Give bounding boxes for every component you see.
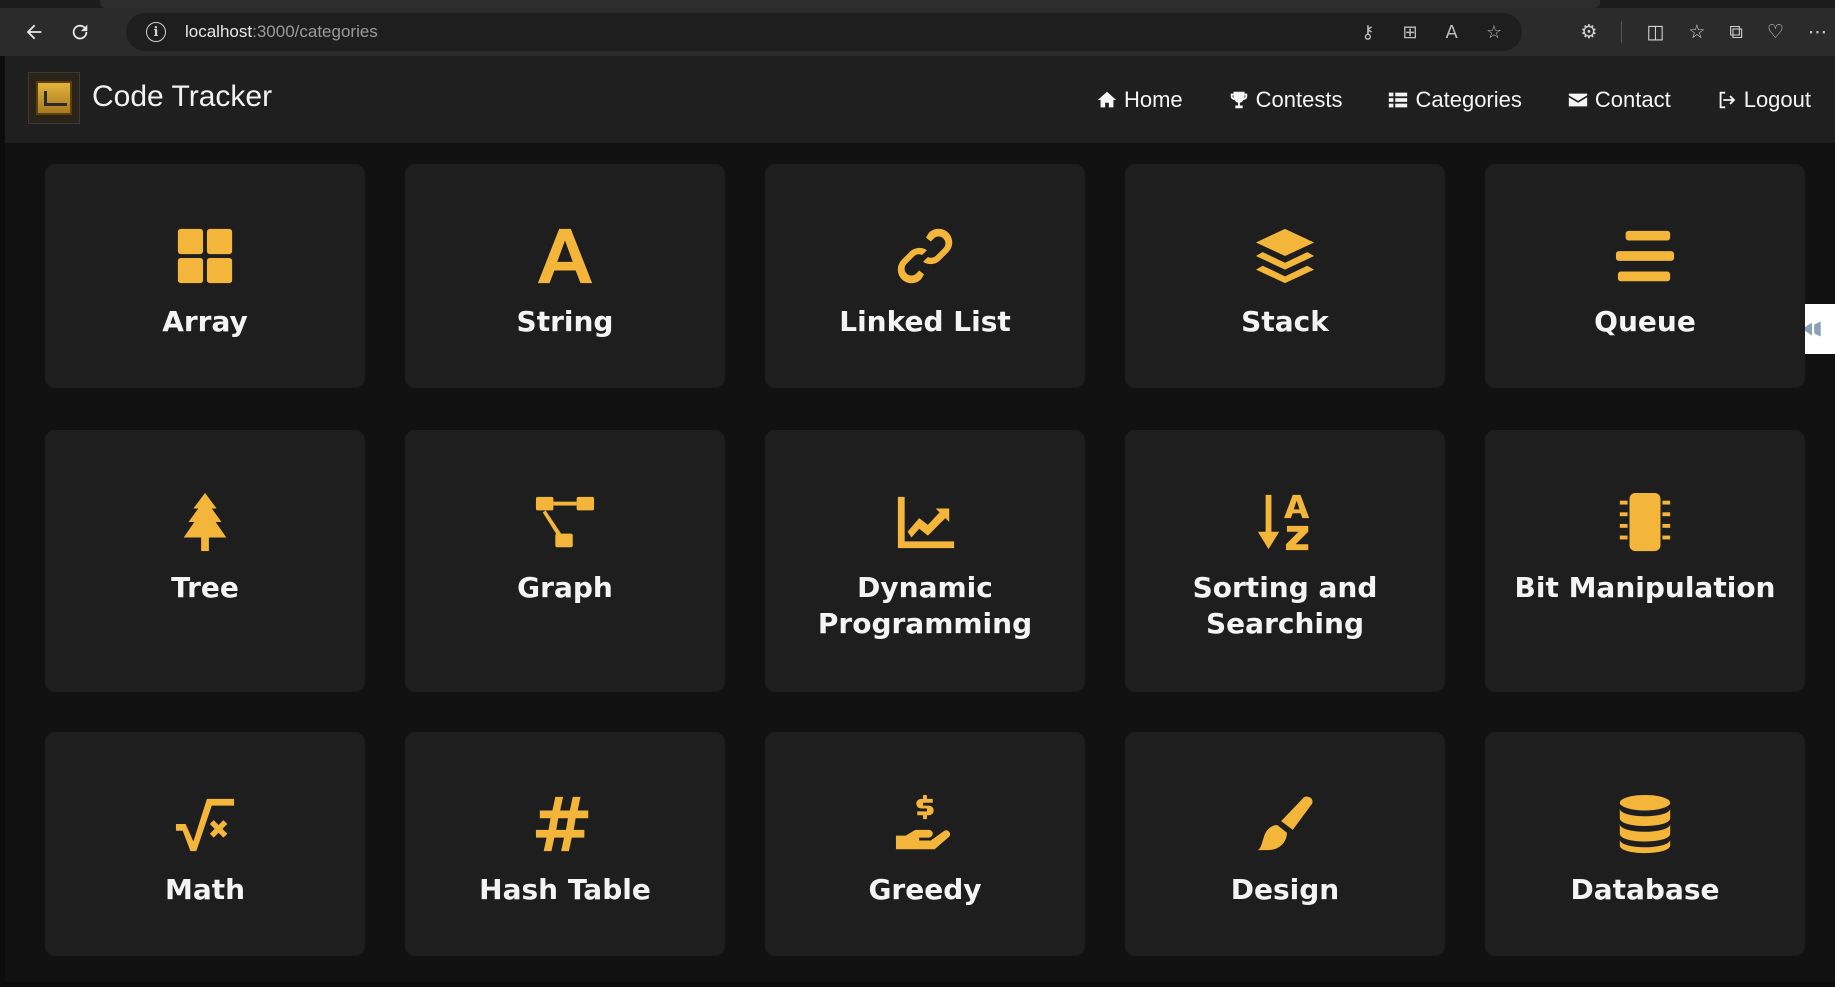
category-card-array[interactable]: Array bbox=[45, 164, 365, 388]
back-icon[interactable] bbox=[16, 14, 52, 50]
list-icon bbox=[1386, 88, 1410, 112]
graph-icon bbox=[533, 490, 597, 554]
category-label: Dynamic Programming bbox=[817, 571, 1033, 640]
category-label: Sorting and Searching bbox=[1192, 571, 1378, 640]
category-card-dynamic-programming[interactable]: Dynamic Programming bbox=[765, 430, 1085, 692]
hand-dollar-icon bbox=[893, 792, 957, 856]
home-icon bbox=[1095, 88, 1119, 112]
paintbrush-icon bbox=[1253, 792, 1317, 856]
category-card-design[interactable]: Design bbox=[1125, 732, 1445, 956]
site-info-icon[interactable]: i bbox=[146, 22, 166, 42]
nav-links: Home Contests Categories Contact Logout bbox=[1095, 56, 1835, 143]
category-label: Tree bbox=[171, 571, 239, 604]
grid-icon bbox=[173, 224, 237, 288]
category-label: Stack bbox=[1241, 305, 1329, 338]
navbar: Code Tracker Home Contests Categories Co… bbox=[5, 56, 1835, 143]
nav-home[interactable]: Home bbox=[1095, 87, 1183, 113]
nav-logout[interactable]: Logout bbox=[1715, 87, 1811, 113]
browser-toolbar: i localhost:3000/categories ⚷ ⊞ A ☆ ⚙ ◫ … bbox=[0, 8, 1835, 56]
active-tab[interactable] bbox=[100, 0, 1600, 8]
brand-title[interactable]: Code Tracker bbox=[92, 80, 272, 114]
category-label: Greedy bbox=[868, 873, 982, 906]
category-label: Math bbox=[164, 873, 246, 906]
split-screen-icon[interactable]: ◫ bbox=[1646, 21, 1664, 43]
category-card-graph[interactable]: Graph bbox=[405, 430, 725, 692]
category-card-linked-list[interactable]: Linked List bbox=[765, 164, 1085, 388]
link-icon bbox=[893, 224, 957, 288]
category-label: Design bbox=[1230, 873, 1340, 906]
category-label: Linked List bbox=[839, 305, 1011, 338]
database-icon bbox=[1613, 792, 1677, 856]
favorite-star-icon[interactable]: ☆ bbox=[1486, 22, 1502, 43]
category-card-math[interactable]: Math bbox=[45, 732, 365, 956]
health-icon[interactable]: ♡ bbox=[1767, 21, 1784, 43]
key-icon[interactable]: ⚷ bbox=[1361, 22, 1374, 43]
category-card-sorting-and-searching[interactable]: Sorting and Searching bbox=[1125, 430, 1445, 692]
category-card-queue[interactable]: Queue bbox=[1485, 164, 1805, 388]
apps-icon[interactable]: ⊞ bbox=[1402, 22, 1417, 43]
category-label: Queue bbox=[1594, 305, 1696, 338]
sort-az-icon bbox=[1253, 490, 1317, 554]
favorites-icon[interactable]: ☆ bbox=[1688, 21, 1705, 43]
category-card-string[interactable]: String bbox=[405, 164, 725, 388]
category-label: Bit Manipulation bbox=[1514, 571, 1776, 604]
category-card-stack[interactable]: Stack bbox=[1125, 164, 1445, 388]
toolbar-divider bbox=[1621, 21, 1623, 43]
logout-icon bbox=[1715, 88, 1739, 112]
category-label: Graph bbox=[517, 571, 613, 604]
category-card-greedy[interactable]: Greedy bbox=[765, 732, 1085, 956]
nav-contact[interactable]: Contact bbox=[1566, 87, 1671, 113]
tree-icon bbox=[173, 490, 237, 554]
category-card-hash-table[interactable]: Hash Table bbox=[405, 732, 725, 956]
address-bar[interactable]: i localhost:3000/categories ⚷ ⊞ A ☆ bbox=[126, 13, 1522, 51]
brand-logo[interactable] bbox=[28, 72, 80, 124]
more-icon[interactable]: ⋯ bbox=[1808, 21, 1827, 43]
browser-tabstrip bbox=[0, 0, 1835, 8]
queue-icon bbox=[1613, 224, 1677, 288]
letter-a-icon bbox=[533, 224, 597, 288]
category-card-database[interactable]: Database bbox=[1485, 732, 1805, 956]
nav-categories[interactable]: Categories bbox=[1386, 87, 1522, 113]
category-label: String bbox=[516, 305, 614, 338]
chart-line-icon bbox=[893, 490, 957, 554]
read-aloud-icon[interactable]: A bbox=[1446, 22, 1458, 43]
trophy-icon bbox=[1227, 88, 1251, 112]
category-card-bit-manipulation[interactable]: Bit Manipulation bbox=[1485, 430, 1805, 692]
category-label: Hash Table bbox=[479, 873, 651, 906]
category-label: Database bbox=[1570, 873, 1720, 906]
collections-icon[interactable]: ⧉ bbox=[1729, 21, 1743, 43]
url-text[interactable]: localhost:3000/categories bbox=[185, 22, 378, 42]
reload-icon[interactable] bbox=[62, 14, 98, 50]
chip-icon bbox=[1613, 490, 1677, 554]
layers-icon bbox=[1253, 224, 1317, 288]
category-card-tree[interactable]: Tree bbox=[45, 430, 365, 692]
hashtag-icon bbox=[533, 792, 597, 856]
envelope-icon bbox=[1566, 88, 1590, 112]
square-root-icon bbox=[173, 792, 237, 856]
app: Code Tracker Home Contests Categories Co… bbox=[5, 56, 1835, 982]
extensions-icon[interactable]: ⚙ bbox=[1580, 21, 1597, 43]
category-label: Array bbox=[162, 305, 248, 338]
nav-contests[interactable]: Contests bbox=[1227, 87, 1342, 113]
